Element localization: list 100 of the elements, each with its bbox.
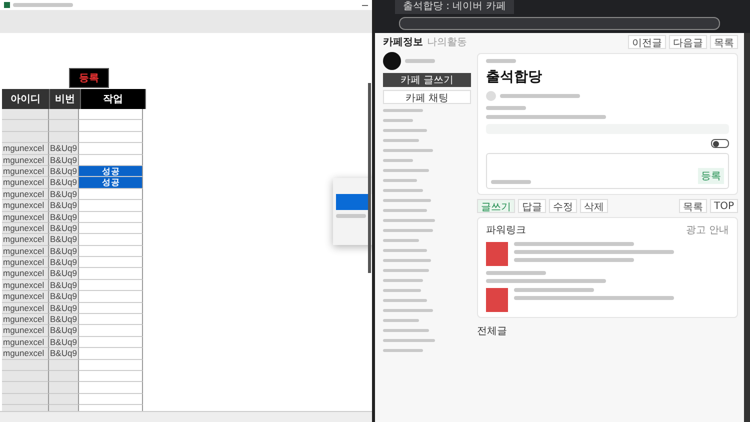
ad-image-placeholder (486, 288, 508, 312)
blurred-menu-item[interactable] (383, 219, 435, 222)
section-title: 전체글 (477, 325, 508, 338)
table-cell: B&Uq9 (49, 291, 79, 303)
app-icon (4, 2, 10, 8)
address-bar[interactable] (399, 17, 720, 30)
post-title: 출석합당 (486, 68, 543, 86)
table-cell: B&Uq9 (49, 336, 79, 348)
table-cell: B&Uq9 (49, 257, 79, 268)
action-button[interactable]: 목록 (678, 199, 707, 213)
blurred-text (486, 59, 516, 63)
comment-box[interactable]: 등록 (486, 153, 729, 189)
avatar-icon (486, 91, 496, 101)
table-cell: mgunexcel (2, 246, 49, 258)
blurred-menu-item[interactable] (383, 119, 413, 122)
blurred-menu-item[interactable] (383, 209, 427, 212)
blurred-menu-item[interactable] (383, 179, 417, 182)
table-cell: B&Uq9 (49, 154, 79, 166)
minimize-icon[interactable] (362, 4, 368, 6)
table-cell: mgunexcel (2, 166, 49, 178)
table-cell: B&Uq9 (49, 348, 79, 360)
nav-button[interactable]: 다음글 (669, 35, 707, 49)
scrollbar[interactable] (368, 83, 371, 273)
column-header: 작업 (81, 89, 146, 109)
blurred-menu-item[interactable] (383, 149, 433, 152)
browser-tab[interactable]: 출석합당 : 네이버 카페 (395, 0, 514, 14)
table-cell: mgunexcel (2, 268, 49, 280)
blurred-text (491, 180, 531, 184)
blurred-text (336, 214, 366, 218)
section-title: 파워링크 (486, 224, 526, 237)
action-button[interactable]: 수정 (549, 199, 577, 213)
blurred-menu-item[interactable] (383, 199, 431, 202)
submit-button[interactable]: 등록 (698, 168, 724, 184)
scrollbar[interactable] (744, 33, 750, 422)
blurred-menu-item[interactable] (383, 309, 433, 312)
table-cell: B&Uq9 (49, 268, 79, 280)
blurred-menu-item[interactable] (383, 259, 431, 262)
cafe-tab[interactable]: 카페정보 (383, 35, 423, 49)
blurred-menu-item[interactable] (383, 279, 423, 282)
table-cell: mgunexcel (2, 154, 49, 166)
nav-button[interactable]: 이전글 (628, 35, 666, 49)
chat-button[interactable]: 카페 채팅 (383, 90, 471, 104)
table-cell: B&Uq9 (49, 143, 79, 155)
table-cell: B&Uq9 (49, 222, 79, 234)
blurred-menu-item[interactable] (383, 249, 427, 252)
table-cell: B&Uq9 (49, 177, 79, 189)
blurred-menu-item[interactable] (383, 329, 429, 332)
table-cell: B&Uq9 (49, 212, 79, 223)
blurred-menu-item[interactable] (383, 239, 419, 242)
table-cell: mgunexcel (2, 200, 49, 212)
table-cell: 성공 (79, 166, 143, 178)
table-cell: mgunexcel (2, 143, 49, 155)
cafe-logo (383, 52, 401, 70)
ad-image-placeholder (486, 242, 508, 266)
blurred-menu-item[interactable] (383, 129, 427, 132)
blurred-menu-item[interactable] (383, 299, 427, 302)
toggle-switch[interactable] (711, 139, 729, 148)
table-cell: 성공 (79, 177, 143, 189)
blurred-menu-item[interactable] (383, 289, 421, 292)
table-cell: mgunexcel (2, 336, 49, 348)
action-button[interactable]: 글쓰기 (477, 199, 515, 213)
table-cell: mgunexcel (2, 314, 49, 326)
action-button[interactable]: 답글 (518, 199, 546, 213)
blurred-menu-item[interactable] (383, 189, 423, 192)
table-cell: mgunexcel (2, 302, 49, 314)
action-button[interactable]: TOP (710, 199, 738, 213)
blurred-title (13, 3, 73, 7)
blurred-menu-item[interactable] (383, 269, 429, 272)
table-cell: mgunexcel (2, 291, 49, 303)
table-cell: B&Uq9 (49, 234, 79, 246)
blurred-menu-item[interactable] (383, 169, 429, 172)
column-header: 아이디 (2, 89, 50, 109)
table-cell: mgunexcel (2, 325, 49, 337)
table-cell: B&Uq9 (49, 280, 79, 292)
action-button[interactable]: 삭제 (580, 199, 608, 213)
nav-button[interactable]: 목록 (710, 35, 738, 49)
blurred-menu-item[interactable] (383, 109, 423, 112)
blurred-menu-item[interactable] (383, 349, 423, 352)
write-button[interactable]: 카페 글쓰기 (383, 73, 471, 87)
table-cell: mgunexcel (2, 188, 49, 200)
blurred-text (486, 271, 546, 275)
table-cell: mgunexcel (2, 177, 49, 189)
ad-info-link[interactable]: 광고 안내 (686, 223, 729, 237)
blurred-menu-item[interactable] (383, 159, 413, 162)
table-cell: mgunexcel (2, 222, 49, 234)
blurred-menu-item[interactable] (383, 339, 435, 342)
table-cell: B&Uq9 (49, 246, 79, 258)
table-cell: B&Uq9 (49, 325, 79, 337)
table-cell: B&Uq9 (49, 314, 79, 326)
table-cell: mgunexcel (2, 212, 49, 223)
blurred-text (486, 106, 526, 110)
column-header: 비번 (50, 89, 81, 109)
register-button[interactable]: 등록 (69, 68, 109, 88)
table-cell: B&Uq9 (49, 188, 79, 200)
blurred-menu-item[interactable] (383, 139, 419, 142)
table-cell: B&Uq9 (49, 200, 79, 212)
blurred-menu-item[interactable] (383, 319, 419, 322)
blurred-menu-item[interactable] (383, 229, 433, 232)
table-cell: B&Uq9 (49, 302, 79, 314)
table-cell: mgunexcel (2, 280, 49, 292)
